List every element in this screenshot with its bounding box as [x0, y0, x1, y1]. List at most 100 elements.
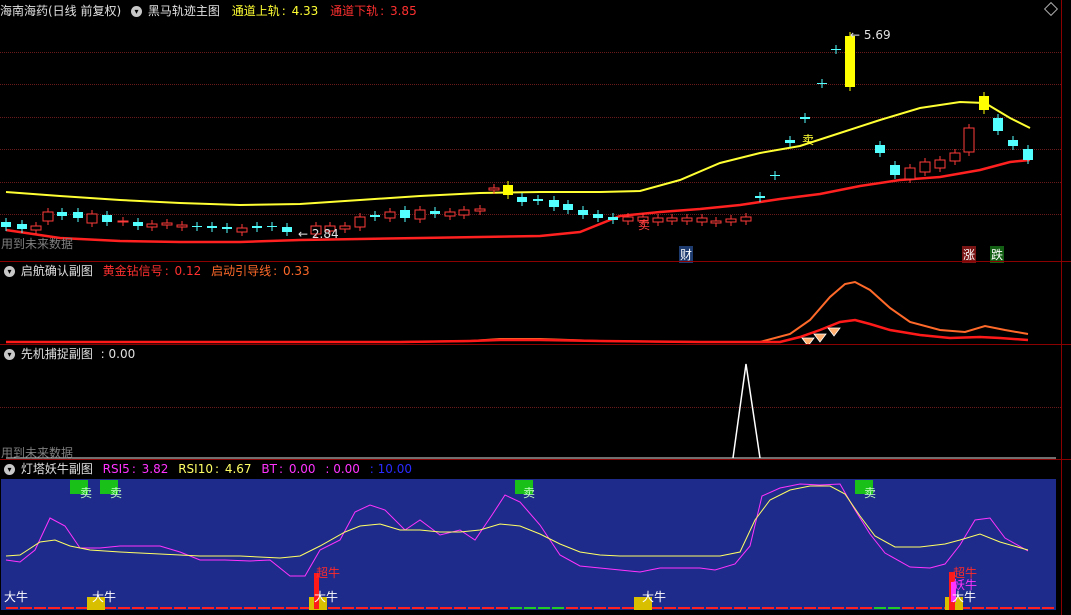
bottom-marker — [776, 607, 788, 609]
candle-body — [666, 217, 678, 222]
candle-body — [622, 216, 634, 222]
candle-body — [875, 145, 885, 153]
gold-signal-label: 黄金钻信号 — [102, 264, 163, 278]
upper-band-label: 通道上轨 — [231, 4, 280, 18]
indicator-menu-icon[interactable]: ▾ — [4, 266, 15, 277]
rsi10-value: 4.67 — [224, 462, 252, 476]
candle-body — [1023, 149, 1033, 160]
candle-body — [17, 224, 27, 229]
sub1-name[interactable]: 启航确认副图 — [21, 264, 93, 278]
candle-body — [817, 83, 827, 84]
candle-body — [740, 216, 752, 222]
bottom-marker — [272, 607, 284, 609]
bottom-marker — [1042, 607, 1054, 609]
main-indicator-name[interactable]: 黑马轨迹主图 — [148, 4, 220, 18]
candle-body — [993, 118, 1003, 131]
sell-label: 卖 — [864, 486, 877, 500]
bottom-marker — [888, 607, 900, 609]
candle-body — [222, 227, 232, 229]
bottom-marker — [804, 607, 816, 609]
candle-body — [563, 204, 573, 210]
candle-body — [549, 200, 559, 207]
candle-body — [146, 223, 158, 228]
bottom-marker — [468, 607, 480, 609]
candle-body — [696, 217, 708, 223]
bottom-marker — [202, 607, 214, 609]
candle-body — [176, 224, 188, 228]
candle-body — [919, 161, 931, 173]
bottom-marker — [930, 607, 942, 609]
bottom-marker — [188, 607, 200, 609]
indicator-menu-icon[interactable]: ▾ — [4, 349, 15, 360]
candle-body — [400, 210, 410, 218]
bottom-marker — [34, 607, 46, 609]
sub-chart-1[interactable]: ▾ 启航确认副图 黄金钻信号: 0.12 启动引导线: 0.33 — [0, 262, 1071, 344]
bottom-marker — [566, 607, 578, 609]
bottom-marker — [230, 607, 242, 609]
sub3-name[interactable]: 灯塔妖牛副图 — [21, 462, 93, 476]
candle-body — [86, 213, 98, 224]
bottom-marker — [356, 607, 368, 609]
bottom-marker — [104, 607, 116, 609]
bottom-marker — [916, 607, 928, 609]
future-data-notice: 用到未来数据 — [1, 237, 74, 251]
bottom-marker — [76, 607, 88, 609]
candle-body — [845, 36, 855, 87]
candle-body — [488, 187, 500, 191]
lower-band-value: 3.85 — [389, 4, 417, 18]
rsi10-label: RSI10 — [178, 462, 213, 476]
bottom-marker — [664, 607, 676, 609]
big-bull-label: 大牛 — [642, 590, 667, 604]
upper-band-line — [5, 100, 1031, 207]
candle-body — [934, 159, 946, 169]
candle-body — [102, 215, 112, 222]
bottom-marker — [692, 607, 704, 609]
sell-label: 卖 — [80, 486, 93, 500]
sub3-header: ▾ 灯塔妖牛副图 RSI5: 3.82 RSI10: 4.67 BT: 0.00… — [0, 460, 414, 478]
sub2-name[interactable]: 先机捕捉副图 — [21, 347, 93, 361]
stock-name[interactable]: 海南海药(日线 前复权) — [0, 4, 121, 18]
candle-body — [652, 217, 664, 223]
bottom-marker — [580, 607, 592, 609]
bottom-marker — [790, 607, 802, 609]
candle-body — [770, 175, 780, 176]
candle-body — [890, 165, 900, 175]
bottom-marker — [398, 607, 410, 609]
candle-body — [578, 210, 588, 215]
price-chart[interactable] — [0, 0, 1061, 261]
bottom-marker — [342, 607, 354, 609]
sub-chart-3[interactable]: ▾ 灯塔妖牛副图 RSI5: 3.82 RSI10: 4.67 BT: 0.00… — [0, 460, 1071, 615]
sub2-chart[interactable] — [0, 345, 1061, 459]
sub2-header: ▾ 先机捕捉副图 : 0.00 — [0, 345, 137, 363]
indicator-menu-icon[interactable]: ▾ — [4, 464, 15, 475]
candle-body — [593, 214, 603, 218]
candle-body — [133, 222, 143, 226]
bottom-marker — [6, 607, 18, 609]
candle-body — [755, 196, 765, 198]
indicator-menu-icon[interactable]: ▾ — [131, 6, 143, 17]
candle-body — [710, 220, 722, 224]
candle-body — [963, 127, 975, 153]
candle-body — [30, 225, 42, 231]
bt-label: BT — [261, 462, 277, 476]
sub-chart-2[interactable]: ▾ 先机捕捉副图 : 0.00 用到未来数据 — [0, 345, 1071, 460]
main-chart-header: 海南海药(日线 前复权) ▾ 黑马轨迹主图 通道上轨: 4.33 通道下轨: 3… — [0, 4, 417, 18]
guide-line-value: 0.33 — [282, 264, 310, 278]
diamond-icon — [827, 327, 841, 337]
bottom-marker — [510, 607, 522, 609]
lower-band-label: 通道下轨 — [330, 4, 379, 18]
high-price-label: ← 5.69 — [850, 28, 891, 42]
gold-signal-value: 0.12 — [174, 264, 202, 278]
bottom-marker — [594, 607, 606, 609]
bottom-marker — [454, 607, 466, 609]
candle-body — [681, 217, 693, 222]
candle-body — [785, 140, 795, 143]
candle-body — [904, 167, 916, 180]
bottom-marker — [762, 607, 774, 609]
sell-label: 卖 — [110, 486, 123, 500]
bottom-marker — [440, 607, 452, 609]
guide-line — [6, 280, 1029, 343]
candle-body — [117, 220, 129, 223]
candle-body — [517, 197, 527, 202]
main-chart-panel[interactable]: 海南海药(日线 前复权) ▾ 黑马轨迹主图 通道上轨: 4.33 通道下轨: 3… — [0, 0, 1071, 263]
